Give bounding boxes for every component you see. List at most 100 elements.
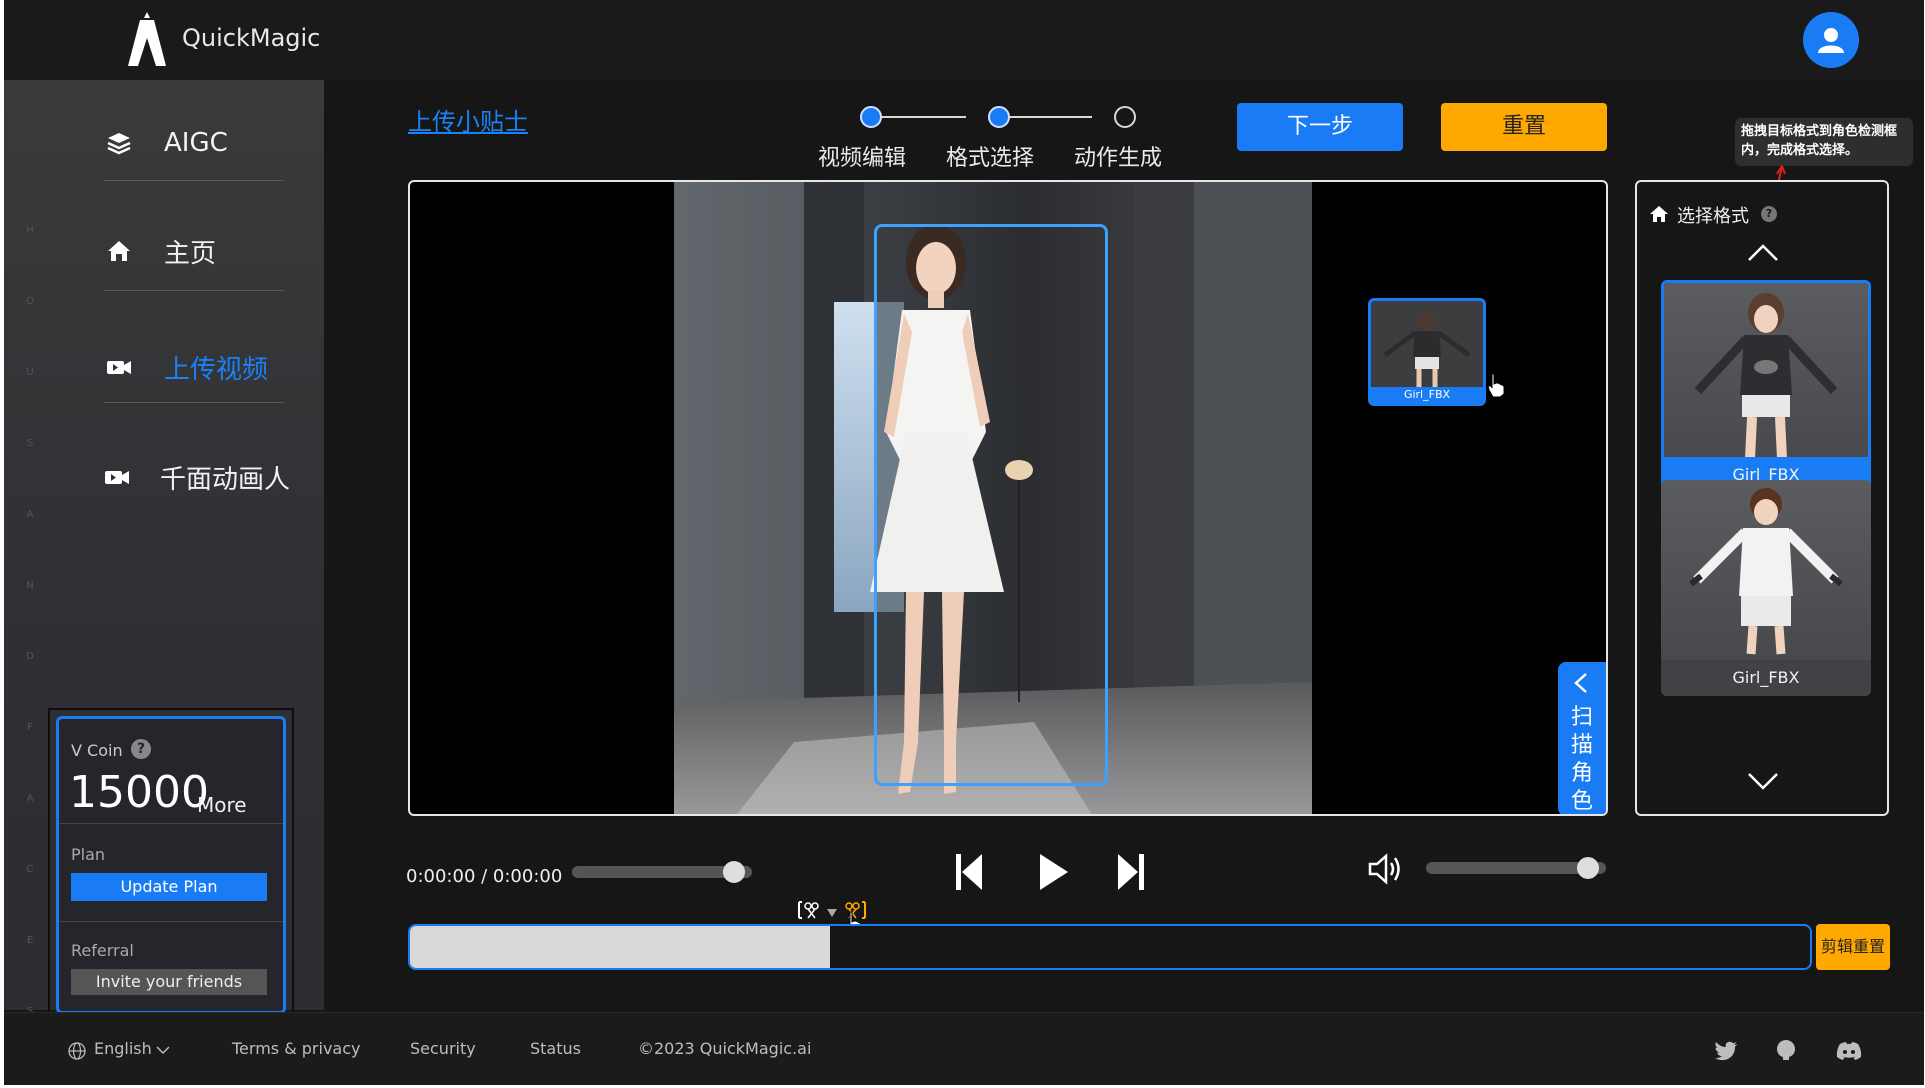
- home-icon: [104, 236, 134, 266]
- decor-letter: H: [26, 225, 34, 236]
- sidebar: H O U S A N D F A C E S AIGC 主页: [4, 80, 324, 1022]
- scissors-start-icon[interactable]: [796, 898, 820, 922]
- user-icon: [1818, 28, 1844, 53]
- decor-letter: E: [26, 935, 34, 946]
- decor-letter: D: [26, 651, 34, 662]
- progress-slider[interactable]: [572, 861, 752, 883]
- format-card-girl-fbx-1[interactable]: Girl_FBX: [1661, 280, 1871, 496]
- clip-timeline[interactable]: [408, 924, 1812, 970]
- step-label: 动作生成: [1074, 146, 1163, 171]
- quickmagic-logo-icon[interactable]: [126, 10, 168, 70]
- user-avatar-button[interactable]: [1803, 12, 1859, 68]
- clip-selection-range[interactable]: [410, 926, 830, 968]
- sidebar-decor-letters: H O U S A N D F A C E S: [20, 195, 40, 1047]
- decor-letter: S: [26, 438, 34, 449]
- video-camera-icon: [104, 352, 134, 382]
- brand-name: QuickMagic: [182, 24, 321, 52]
- format-selection-panel: 选择格式 ? Girl_FBX Girl_FBX: [1635, 180, 1889, 816]
- step-dot-format-select[interactable]: [988, 106, 1010, 128]
- skip-previous-icon[interactable]: [954, 852, 984, 892]
- progress-knob[interactable]: [723, 861, 745, 883]
- decor-letter: O: [26, 296, 34, 307]
- globe-icon: [68, 1042, 86, 1060]
- step-connector: [882, 116, 966, 118]
- video-viewer[interactable]: Girl_FBX 扫描角色: [408, 180, 1608, 816]
- decor-letter: A: [26, 509, 34, 520]
- vcoin-more-link[interactable]: More: [197, 793, 247, 817]
- scan-character-label: 扫描角色: [1570, 705, 1593, 814]
- playback-time: 0:00:00 / 0:00:00: [406, 866, 563, 887]
- layers-icon: [104, 128, 134, 158]
- format-card-label: Girl_FBX: [1661, 660, 1871, 696]
- divider: [104, 290, 284, 291]
- copyright: ©2023 QuickMagic.ai: [638, 1039, 812, 1058]
- play-icon[interactable]: [1038, 852, 1070, 892]
- footer: English Terms & privacy Security Status …: [4, 1012, 1924, 1085]
- step-dot-video-edit[interactable]: [860, 106, 882, 128]
- video-camera-icon: [104, 462, 130, 492]
- progress-stepper: 视频编辑 格式选择 动作生成: [818, 104, 1210, 171]
- volume-icon[interactable]: [1368, 852, 1404, 886]
- update-plan-button[interactable]: Update Plan: [71, 873, 267, 901]
- sidebar-item-thousand-faces[interactable]: 千面动画人: [104, 442, 290, 512]
- step-label: 格式选择: [946, 146, 1035, 171]
- format-card-girl-fbx-2[interactable]: Girl_FBX: [1661, 480, 1871, 696]
- panel-title: 选择格式: [1677, 206, 1749, 227]
- upload-tips-link[interactable]: 上传小贴士: [408, 102, 528, 137]
- next-step-button[interactable]: 下一步: [1237, 103, 1403, 151]
- sidebar-item-label: 千面动画人: [160, 464, 291, 495]
- sidebar-item-aigc[interactable]: AIGC: [104, 108, 284, 178]
- chevron-down-icon[interactable]: [156, 1045, 170, 1055]
- twitter-icon[interactable]: [1714, 1041, 1738, 1061]
- model-caption: Girl_FBX: [1371, 387, 1483, 403]
- dragged-model-thumbnail[interactable]: Girl_FBX: [1368, 298, 1486, 406]
- divider: [104, 402, 284, 403]
- character-preview-image: [1661, 480, 1871, 660]
- scan-character-button[interactable]: 扫描角色: [1558, 662, 1606, 814]
- chevron-down-icon[interactable]: [1747, 772, 1779, 792]
- app-window: QuickMagic H O U S A N D F A C E S: [4, 0, 1924, 1085]
- referral-label: Referral: [71, 941, 134, 960]
- security-link[interactable]: Security: [410, 1039, 476, 1058]
- decor-letter: U: [26, 367, 34, 378]
- character-model-icon: [1383, 312, 1471, 387]
- vcoin-balance: 15000: [69, 767, 209, 818]
- vcoin-title: V Coin: [71, 741, 123, 760]
- divider: [59, 921, 283, 922]
- top-header: QuickMagic: [4, 0, 1924, 80]
- volume-slider[interactable]: [1426, 857, 1606, 879]
- decor-letter: F: [27, 722, 33, 733]
- divider: [104, 180, 284, 181]
- format-tooltip: 拖拽目标格式到角色检测框内，完成格式选择。: [1735, 118, 1913, 166]
- vcoin-card-frame: V Coin ? 15000 More Plan Update Plan Ref…: [48, 708, 294, 1022]
- invite-friends-button[interactable]: Invite your friends: [71, 969, 267, 995]
- clip-reset-button[interactable]: 剪辑重置: [1816, 924, 1890, 970]
- help-icon[interactable]: ?: [1761, 206, 1777, 222]
- chevron-up-icon[interactable]: [1747, 242, 1779, 262]
- sidebar-item-upload-video[interactable]: 上传视频: [104, 332, 284, 402]
- step-label: 视频编辑: [818, 146, 907, 171]
- sidebar-item-home[interactable]: 主页: [104, 216, 284, 286]
- sidebar-item-label: 上传视频: [164, 354, 269, 385]
- step-dot-motion-gen[interactable]: [1114, 106, 1136, 128]
- discord-icon[interactable]: [1836, 1041, 1862, 1061]
- sidebar-item-label: AIGC: [164, 128, 228, 158]
- divider: [59, 823, 283, 824]
- github-icon[interactable]: [1776, 1039, 1796, 1061]
- chevron-left-icon: [1574, 673, 1587, 693]
- language-selector[interactable]: English: [94, 1039, 152, 1058]
- character-detection-box[interactable]: [874, 224, 1108, 786]
- help-icon[interactable]: ?: [131, 739, 151, 759]
- skip-next-icon[interactable]: [1116, 852, 1146, 892]
- vcoin-card: V Coin ? 15000 More Plan Update Plan Ref…: [56, 716, 286, 1014]
- hand-cursor-icon: [1487, 373, 1505, 398]
- sidebar-item-label: 主页: [164, 238, 217, 269]
- character-preview-image: [1664, 283, 1868, 463]
- reset-button[interactable]: 重置: [1441, 103, 1607, 151]
- status-link[interactable]: Status: [530, 1039, 581, 1058]
- terms-link[interactable]: Terms & privacy: [232, 1039, 360, 1058]
- home-icon: [1650, 206, 1668, 222]
- volume-knob[interactable]: [1577, 857, 1599, 879]
- step-connector: [1010, 116, 1092, 118]
- caret-down-icon: [827, 909, 837, 917]
